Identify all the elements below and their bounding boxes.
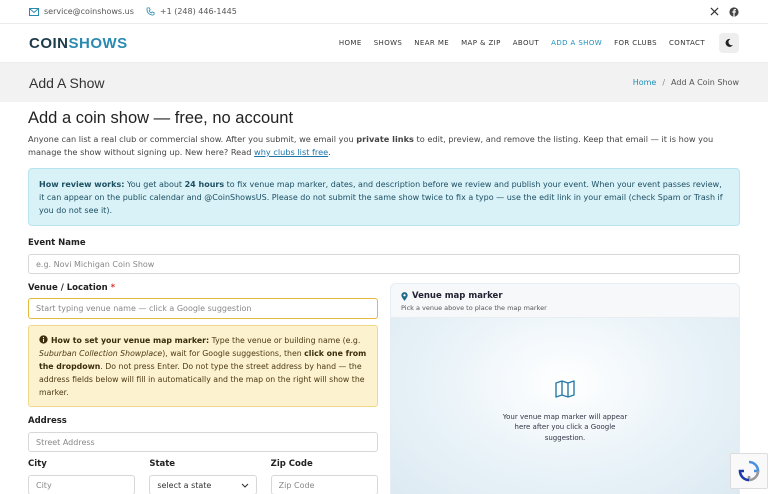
envelope-icon	[29, 7, 39, 16]
venue-row: Venue / Location * Start typing venue na…	[28, 283, 740, 494]
nav-home[interactable]: HOME	[339, 39, 362, 47]
folded-map-icon	[555, 380, 575, 398]
venue-column: Venue / Location * Start typing venue na…	[28, 283, 378, 494]
review-info-box: How review works: You get about 24 hours…	[28, 168, 740, 226]
chevron-down-icon	[241, 483, 249, 488]
nav-contact[interactable]: CONTACT	[669, 39, 705, 47]
x-twitter-icon[interactable]	[710, 7, 719, 16]
city-label: City	[28, 459, 47, 469]
street-address-input[interactable]: Street Address	[28, 432, 378, 452]
nav-menu: HOME SHOWS NEAR ME MAP & ZIP ABOUT ADD A…	[339, 33, 739, 53]
nav-near-me[interactable]: NEAR ME	[414, 39, 449, 47]
page-title: Add A Show	[29, 74, 105, 91]
nav-about[interactable]: ABOUT	[513, 39, 539, 47]
venue-search-input[interactable]: Start typing venue name — click a Google…	[28, 298, 378, 319]
phone-text: +1 (248) 446-1445	[159, 7, 237, 16]
facebook-icon[interactable]	[729, 6, 739, 17]
event-name-group: Event Name e.g. Novi Michigan Coin Show	[28, 238, 740, 274]
recaptcha-badge[interactable]	[730, 453, 768, 489]
nav-map-zip[interactable]: MAP & ZIP	[461, 39, 501, 47]
map-title: Venue map marker	[401, 291, 729, 301]
venue-tip-box: How to set your venue map marker: Type t…	[28, 325, 378, 407]
nav-add-a-show[interactable]: ADD A SHOW	[551, 39, 602, 47]
city-input[interactable]: City	[28, 475, 136, 494]
event-name-label: Event Name	[28, 238, 86, 248]
required-marker: *	[110, 283, 116, 293]
map-placeholder: Your venue map marker will appear here a…	[391, 380, 739, 443]
email-contact[interactable]: service@coinshows.us	[29, 7, 134, 16]
email-text: service@coinshows.us	[44, 7, 134, 16]
zip-label: Zip Code	[270, 459, 313, 469]
main-content: Add a coin show — free, no account Anyon…	[0, 102, 768, 494]
intro-text: Anyone can list a real club or commercia…	[28, 134, 714, 157]
venue-map-panel: Venue map marker Pick a venue above to p…	[390, 283, 740, 494]
event-name-input[interactable]: e.g. Novi Michigan Coin Show	[28, 254, 740, 274]
state-group: State select a state	[149, 459, 257, 494]
venue-label: Venue / Location *	[28, 283, 116, 293]
social-links	[710, 6, 739, 17]
state-label: State	[149, 459, 176, 469]
top-contact-bar: service@coinshows.us +1 (248) 446-1445	[0, 0, 768, 24]
map-placeholder-message: Your venue map marker will appear here a…	[502, 412, 628, 442]
breadcrumb-current: Add A Coin Show	[671, 78, 739, 87]
breadcrumb-separator: /	[662, 78, 666, 87]
breadcrumb-home[interactable]: Home	[633, 78, 657, 87]
site-logo[interactable]: COINSHOWS	[29, 35, 128, 52]
form-heading: Add a coin show — free, no account	[28, 109, 294, 127]
breadcrumb: Home / Add A Coin Show	[633, 78, 739, 87]
phone-contact[interactable]: +1 (248) 446-1445	[146, 7, 237, 16]
phone-icon	[146, 7, 155, 16]
map-pin-icon	[401, 291, 408, 301]
theme-toggle-button[interactable]	[719, 33, 739, 53]
city-group: City City	[28, 459, 136, 494]
map-panel-header: Venue map marker Pick a venue above to p…	[391, 284, 739, 318]
nav-for-clubs[interactable]: FOR CLUBS	[614, 39, 657, 47]
address-group: Address Street Address	[28, 416, 378, 452]
info-circle-icon	[39, 335, 48, 344]
map-subtitle: Pick a venue above to place the map mark…	[401, 304, 547, 312]
moon-icon	[725, 38, 733, 47]
why-clubs-list-free-link[interactable]: why clubs list free	[254, 147, 328, 157]
private-links-emphasis: private links	[356, 134, 414, 144]
page-title-band: Add A Show Home / Add A Coin Show	[0, 63, 768, 102]
state-select[interactable]: select a state	[149, 475, 257, 494]
nav-shows[interactable]: SHOWS	[374, 39, 403, 47]
recaptcha-icon	[738, 460, 760, 482]
city-state-zip-row: City City State select a state Zip Code …	[28, 459, 378, 494]
main-navbar: COINSHOWS HOME SHOWS NEAR ME MAP & ZIP A…	[0, 24, 768, 63]
address-label: Address	[28, 416, 67, 426]
zip-input[interactable]: Zip Code	[270, 475, 378, 494]
zip-group: Zip Code Zip Code	[270, 459, 378, 494]
